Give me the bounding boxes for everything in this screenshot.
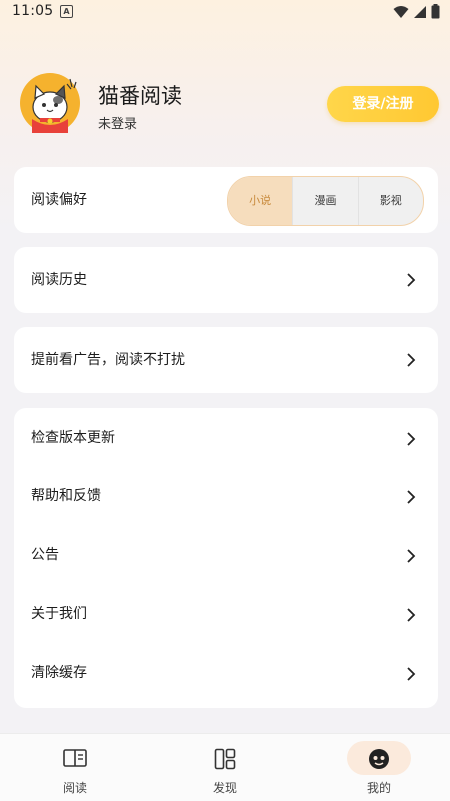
chevron-right-icon bbox=[407, 667, 416, 681]
menu-item-about[interactable]: 关于我们 bbox=[14, 585, 438, 644]
pref-option-comic[interactable]: 漫画 bbox=[292, 177, 357, 225]
reading-preference-row: 阅读偏好 小说 漫画 影视 bbox=[14, 167, 438, 233]
login-status: 未登录 bbox=[98, 117, 138, 132]
app-title: 猫番阅读 bbox=[98, 84, 182, 108]
login-register-button[interactable]: 登录/注册 bbox=[327, 86, 439, 122]
notification-a-icon: A bbox=[60, 5, 73, 18]
settings-list-card: 检查版本更新 帮助和反馈 公告 关于我们 清除缓存 bbox=[14, 408, 438, 708]
menu-item-ads[interactable]: 提前看广告，阅读不打扰 bbox=[14, 327, 438, 393]
nav-tab-discover-label: 发现 bbox=[212, 781, 237, 795]
menu-item-notice[interactable]: 公告 bbox=[14, 526, 438, 585]
bottom-navigation: 阅读 发现 我的 bbox=[0, 733, 450, 801]
menu-item-about-label: 关于我们 bbox=[31, 606, 87, 622]
chevron-right-icon bbox=[407, 353, 416, 367]
status-time: 11:05 bbox=[12, 3, 54, 19]
menu-item-clear-cache-label: 清除缓存 bbox=[31, 665, 87, 681]
battery-icon bbox=[431, 4, 440, 19]
wifi-icon bbox=[393, 5, 409, 18]
reading-preference-label: 阅读偏好 bbox=[31, 192, 87, 208]
status-bar: 11:05 A bbox=[0, 0, 450, 24]
menu-item-help-feedback[interactable]: 帮助和反馈 bbox=[14, 467, 438, 526]
chevron-right-icon bbox=[407, 432, 416, 446]
menu-item-clear-cache[interactable]: 清除缓存 bbox=[14, 644, 438, 703]
nav-tab-read[interactable]: 阅读 bbox=[0, 734, 150, 801]
menu-item-check-update[interactable]: 检查版本更新 bbox=[14, 409, 438, 468]
book-icon bbox=[63, 749, 87, 767]
signal-icon bbox=[414, 5, 426, 18]
status-icons bbox=[393, 4, 440, 19]
menu-item-ads-label: 提前看广告，阅读不打扰 bbox=[31, 352, 185, 368]
menu-item-history-label: 阅读历史 bbox=[31, 272, 87, 288]
pref-option-video[interactable]: 影视 bbox=[357, 177, 423, 225]
menu-item-check-update-label: 检查版本更新 bbox=[31, 430, 115, 446]
reading-preference-segmented-control: 小说 漫画 影视 bbox=[227, 176, 424, 226]
chevron-right-icon bbox=[407, 490, 416, 504]
nav-tab-mine[interactable]: 我的 bbox=[304, 734, 450, 801]
avatar[interactable] bbox=[20, 73, 80, 133]
menu-item-notice-label: 公告 bbox=[31, 547, 59, 563]
grid-icon bbox=[214, 748, 236, 770]
chevron-right-icon bbox=[407, 273, 416, 287]
profile-face-icon bbox=[369, 749, 389, 769]
pref-option-novel[interactable]: 小说 bbox=[228, 177, 293, 225]
menu-item-history[interactable]: 阅读历史 bbox=[14, 247, 438, 313]
reading-preference-card: 阅读偏好 小说 漫画 影视 bbox=[14, 167, 438, 233]
ads-card: 提前看广告，阅读不打扰 bbox=[14, 327, 438, 393]
nav-tab-read-label: 阅读 bbox=[62, 781, 87, 795]
history-card: 阅读历史 bbox=[14, 247, 438, 313]
nav-tab-discover[interactable]: 发现 bbox=[150, 734, 300, 801]
menu-item-help-feedback-label: 帮助和反馈 bbox=[31, 488, 101, 504]
chevron-right-icon bbox=[407, 608, 416, 622]
nav-tab-mine-label: 我的 bbox=[366, 781, 391, 795]
chevron-right-icon bbox=[407, 549, 416, 563]
